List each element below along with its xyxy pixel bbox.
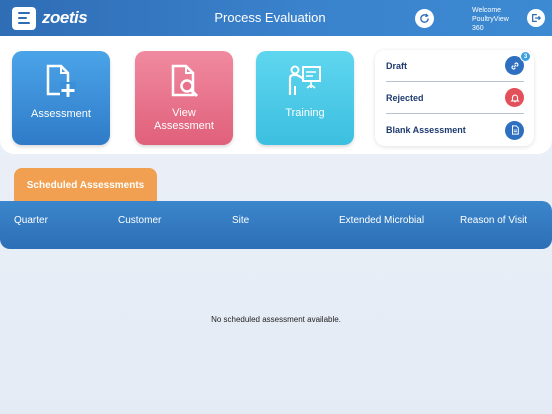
brand-name: zoetis: [42, 8, 88, 27]
logout-icon[interactable]: [527, 9, 545, 27]
blank-assessment-row[interactable]: Blank Assessment: [386, 114, 524, 146]
empty-state-message: No scheduled assessment available.: [211, 315, 341, 324]
blank-assessment-label: Blank Assessment: [386, 125, 466, 135]
view-label: View: [172, 107, 196, 119]
training-label: Training: [285, 107, 325, 119]
training-tile[interactable]: Training: [256, 51, 354, 145]
app-header: zoetis Process Evaluation Welcome Poultr…: [0, 0, 552, 36]
table-header: Quarter Customer Site Extended Microbial…: [0, 201, 552, 249]
view-assessment-label: Assessment: [154, 120, 214, 132]
column-site[interactable]: Site: [232, 215, 249, 226]
welcome-text: Welcome PoultryView 360: [472, 6, 526, 33]
rejected-row[interactable]: Rejected: [386, 82, 524, 114]
assessment-label: Assessment: [31, 108, 91, 120]
dashboard-panel: Assessment View Assessment Training Draf…: [0, 36, 552, 154]
column-customer[interactable]: Customer: [118, 215, 161, 226]
welcome-label: Welcome: [472, 7, 502, 14]
view-assessment-tile[interactable]: View Assessment: [135, 51, 233, 145]
search-document-icon: [171, 64, 199, 98]
draft-count-badge: 3: [520, 51, 531, 62]
user-name: PoultryView: [472, 16, 509, 23]
assessment-tile[interactable]: Assessment: [12, 51, 110, 145]
draft-row[interactable]: Draft 3: [386, 50, 531, 82]
menu-icon[interactable]: [12, 6, 36, 30]
bell-icon[interactable]: [505, 88, 524, 107]
sync-icon[interactable]: [415, 9, 434, 28]
rejected-label: Rejected: [386, 92, 424, 103]
tab-scheduled-assessments[interactable]: Scheduled Assessments: [14, 168, 157, 202]
document-icon[interactable]: [505, 120, 524, 140]
draft-label: Draft: [386, 60, 408, 71]
column-reason-of-visit[interactable]: Reason of Visit: [460, 215, 527, 226]
brand-logo: zoetis: [12, 6, 88, 30]
status-card: Draft 3 Rejected Blank Assessment: [375, 50, 534, 146]
link-icon[interactable]: 3: [505, 51, 531, 75]
add-document-icon: [46, 64, 76, 98]
column-quarter[interactable]: Quarter: [14, 215, 48, 226]
page-title: Process Evaluation: [214, 10, 326, 25]
teacher-board-icon: [288, 65, 321, 95]
column-extended-microbial[interactable]: Extended Microbial: [339, 215, 424, 226]
user-name-suffix: 360: [472, 25, 484, 32]
